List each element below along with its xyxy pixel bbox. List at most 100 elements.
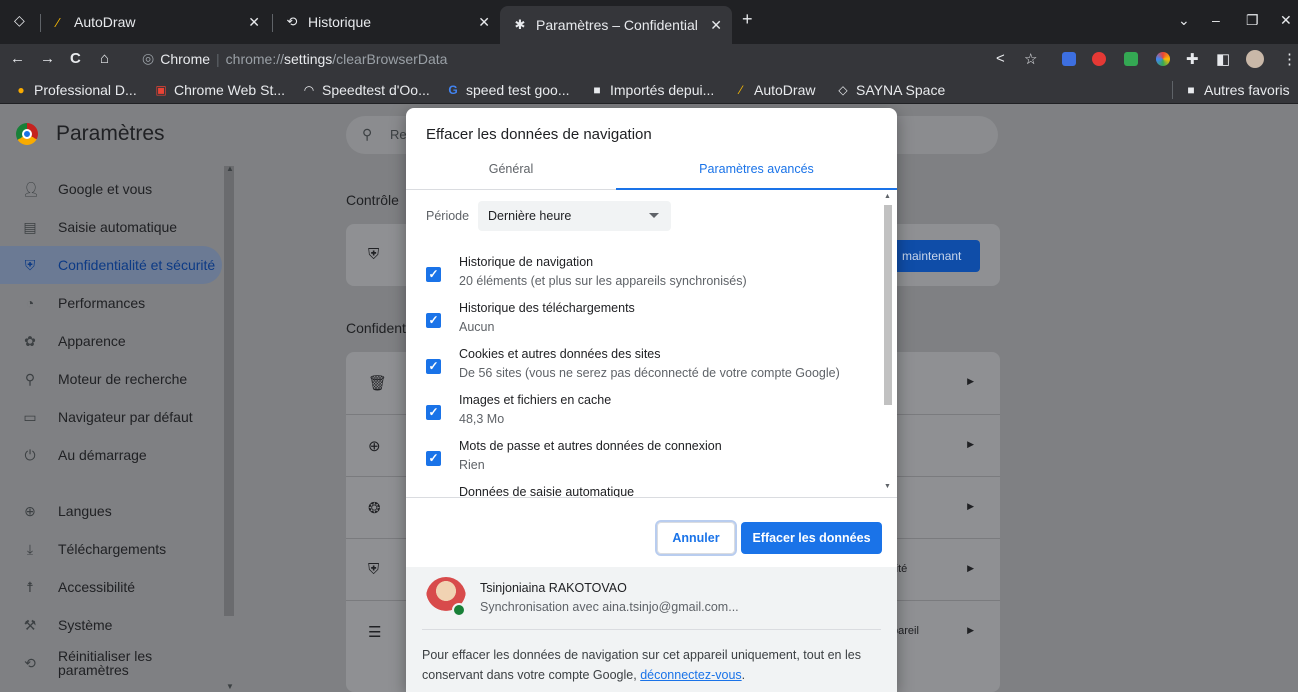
option-subtitle: De 56 sites (vous ne serez pas déconnect…: [459, 366, 840, 380]
restore-icon[interactable]: ❐: [1246, 12, 1259, 29]
color-picker-icon[interactable]: [1156, 52, 1170, 66]
close-icon[interactable]: ✕: [710, 17, 722, 34]
sidebar-item-system[interactable]: ⚒ Système: [0, 606, 222, 644]
chevron-down-icon[interactable]: ⌄: [1178, 12, 1190, 29]
bookmark-item[interactable]: ▣ Chrome Web St...: [154, 82, 285, 98]
bookmark-folder-other[interactable]: ■ Autres favoris: [1184, 82, 1289, 98]
chrome-site-icon: ◎: [142, 50, 155, 66]
dialog-scrollbar[interactable]: ▲ ▼: [882, 193, 894, 493]
menu-kebab-icon[interactable]: ⋮: [1282, 50, 1297, 68]
folder-icon: ■: [593, 83, 601, 97]
folder-icon: ■: [1187, 83, 1195, 97]
tab-parametres[interactable]: ✱ Paramètres – Confidential ✕: [500, 6, 732, 44]
shield-icon: ⛨: [368, 561, 380, 578]
checkbox-checked-icon[interactable]: ✓: [426, 313, 441, 328]
sidebar-item-autofill[interactable]: ▤ Saisie automatique: [0, 208, 222, 246]
scroll-up-icon[interactable]: ▲: [226, 164, 234, 173]
checkbox-checked-icon[interactable]: ✓: [426, 405, 441, 420]
bookmark-item[interactable]: ◠ Speedtest d'Oo...: [302, 82, 430, 98]
bookmark-item[interactable]: ◇ SAYNA Space: [836, 82, 945, 98]
sidebar-item-startup[interactable]: ⏻ Au démarrage: [0, 436, 222, 474]
clear-data-button[interactable]: Effacer les données: [741, 522, 882, 554]
sidebar-item-search-engine[interactable]: ⚲ Moteur de recherche: [0, 360, 222, 398]
scroll-up-icon[interactable]: ▲: [884, 193, 891, 200]
address-bar[interactable]: ◎ Chrome | chrome://settings/clearBrowse…: [142, 50, 447, 67]
checkbox-checked-icon[interactable]: ✓: [426, 359, 441, 374]
option-autofill[interactable]: ✓ Données de saisie automatique: [406, 485, 882, 497]
sayna-icon[interactable]: ◇: [14, 12, 25, 29]
star-icon[interactable]: ☆: [1024, 50, 1037, 68]
signout-link[interactable]: déconnectez-vous: [640, 668, 741, 682]
option-title: Cookies et autres données des sites: [459, 347, 661, 361]
back-arrow-icon[interactable]: ←: [10, 50, 25, 67]
sidebar-item-performance[interactable]: ◔ Performances: [0, 284, 222, 322]
sidebar-item-appearance[interactable]: ✿ Apparence: [0, 322, 222, 360]
bookmark-folder[interactable]: ■ Importés depui...: [590, 82, 714, 98]
speedtest-icon: ◠: [303, 83, 315, 97]
sidebar-item-languages[interactable]: ⊕ Langues: [0, 492, 222, 530]
option-subtitle: Rien: [459, 458, 485, 472]
chevron-right-icon: ▶: [967, 439, 974, 449]
sidepanel-icon[interactable]: ◧: [1216, 50, 1230, 68]
chevron-right-icon: ▶: [967, 501, 974, 511]
scroll-down-icon[interactable]: ▼: [226, 682, 234, 691]
option-cache[interactable]: ✓ Images et fichiers en cache 48,3 Mo: [406, 393, 882, 439]
sidebar-item-privacy[interactable]: ⛨ Confidentialité et sécurité: [0, 246, 222, 284]
download-icon: ⤓: [26, 540, 34, 557]
adblock-icon[interactable]: [1092, 52, 1106, 66]
signout-note: Pour effacer les données de navigation s…: [422, 648, 861, 682]
bookmark-icon: ●: [17, 83, 25, 97]
sidebar-item-default-browser[interactable]: ▭ Navigateur par défaut: [0, 398, 222, 436]
checkbox-checked-icon[interactable]: ✓: [426, 451, 441, 466]
chevron-right-icon: ▶: [967, 376, 974, 386]
person-icon: 👤︎: [22, 180, 40, 197]
extension-green-icon[interactable]: [1124, 52, 1138, 66]
close-icon[interactable]: ✕: [478, 14, 490, 31]
checkbox-checked-icon[interactable]: ✓: [426, 267, 441, 282]
close-icon[interactable]: ✕: [248, 14, 260, 31]
reload-icon[interactable]: C: [70, 50, 81, 67]
bookmark-item[interactable]: ● Professional D...: [14, 82, 136, 98]
new-tab-icon[interactable]: +: [742, 9, 753, 30]
forward-arrow-icon[interactable]: →: [40, 50, 55, 67]
dropdown-caret-icon: [649, 213, 659, 218]
trash-icon: 🗑︎: [368, 375, 388, 392]
url-separator: |: [216, 50, 220, 67]
sidebar-item-google[interactable]: 👤︎ Google et vous: [0, 170, 222, 208]
clipboard-icon: ▤: [23, 218, 37, 235]
option-passwords[interactable]: ✓ Mots de passe et autres données de con…: [406, 439, 882, 485]
option-cookies[interactable]: ✓ Cookies et autres données des sites De…: [406, 347, 882, 393]
option-download-history[interactable]: ✓ Historique des téléchargements Aucun: [406, 301, 882, 347]
sidebar-item-reset[interactable]: ⟲ Réinitialiser les paramètres: [0, 644, 222, 682]
option-browsing-history[interactable]: ✓ Historique de navigation 20 éléments (…: [406, 255, 882, 301]
search-icon: ⚲: [24, 370, 36, 387]
bookmark-item[interactable]: Gspeed test goo...: [446, 82, 569, 98]
tab-autodraw[interactable]: ⁄ AutoDraw ✕: [50, 6, 270, 38]
url-host: Chrome: [160, 50, 211, 67]
account-sync-status: Synchronisation avec aina.tsinjo@gmail.c…: [480, 600, 739, 614]
period-value: Dernière heure: [488, 209, 572, 223]
bookmark-item[interactable]: ⁄ AutoDraw: [734, 82, 815, 98]
tab-historique[interactable]: ⟲ Historique ✕: [284, 6, 500, 38]
scroll-down-icon[interactable]: ▼: [884, 483, 891, 490]
sidebar-item-downloads[interactable]: ⤓ Téléchargements: [0, 530, 222, 568]
section-title: Contrôle: [346, 192, 399, 208]
option-title: Données de saisie automatique: [459, 485, 635, 497]
dialog-tabs: Général Paramètres avancés: [406, 154, 897, 190]
window-close-icon[interactable]: ✕: [1280, 12, 1292, 29]
bookmark-separator: [1172, 81, 1173, 99]
cancel-button[interactable]: Annuler: [655, 520, 737, 556]
check-now-button[interactable]: maintenant: [886, 240, 980, 272]
profile-avatar-icon[interactable]: [1246, 50, 1264, 68]
sidebar-item-accessibility[interactable]: ☨ Accessibilité: [0, 568, 222, 606]
home-icon[interactable]: ⌂: [100, 50, 109, 67]
bitwarden-icon[interactable]: [1062, 52, 1076, 66]
minimize-icon[interactable]: –: [1212, 12, 1220, 28]
tab-advanced[interactable]: Paramètres avancés: [616, 154, 897, 190]
sidebar-scrollbar[interactable]: [224, 166, 234, 616]
puzzle-icon[interactable]: ✚: [1186, 50, 1199, 68]
share-icon[interactable]: <: [996, 50, 1005, 67]
tab-general[interactable]: Général: [406, 154, 616, 190]
scroll-thumb[interactable]: [884, 205, 892, 405]
period-select[interactable]: Dernière heure: [478, 201, 671, 231]
